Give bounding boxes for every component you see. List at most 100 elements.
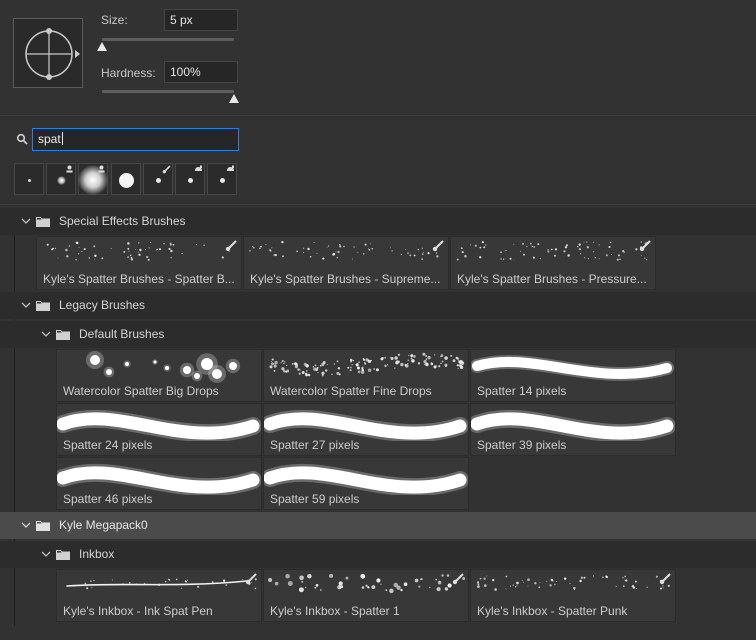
stroke-dab xyxy=(563,577,567,580)
brush-tip-preview[interactable] xyxy=(13,18,83,88)
stroke-dab xyxy=(157,583,161,586)
brush-tile[interactable]: Watercolor Spatter Fine Drops xyxy=(263,349,469,402)
brush-icon xyxy=(245,573,257,585)
recent-brush-swatch[interactable] xyxy=(207,163,237,195)
stroke-dab xyxy=(456,364,459,367)
brush-tile[interactable]: Spatter 59 pixels xyxy=(263,457,469,510)
stroke-dab xyxy=(423,360,427,364)
recent-brush-swatch[interactable] xyxy=(111,163,141,195)
stroke-dab xyxy=(81,250,83,253)
stroke-dab xyxy=(412,354,416,358)
brush-tile[interactable]: Spatter 14 pixels xyxy=(470,349,676,402)
stroke-dab xyxy=(46,243,49,246)
stroke-dab xyxy=(129,254,132,256)
stroke-dab xyxy=(313,242,315,243)
hardness-slider-track[interactable] xyxy=(102,90,234,93)
brush-tile[interactable]: Watercolor Spatter Big Drops xyxy=(56,349,262,402)
stroke-dab xyxy=(273,364,277,368)
group-legacy-brushes[interactable]: Legacy Brushes xyxy=(0,292,756,319)
brush-name: Kyle's Spatter Brushes - Spatter B... xyxy=(43,272,235,286)
stroke-dab xyxy=(446,574,450,577)
brush-tile[interactable]: Kyle's Spatter Brushes - Pressure... xyxy=(450,236,656,290)
brush-tile[interactable]: Kyle's Inkbox - Spatter Punk xyxy=(470,569,676,622)
stroke-dab xyxy=(509,585,512,587)
stroke-dab xyxy=(297,368,300,371)
chevron-down-icon[interactable] xyxy=(21,300,31,310)
stroke-dab xyxy=(93,245,96,248)
recent-brush-swatch[interactable] xyxy=(143,163,173,195)
chevron-down-icon[interactable] xyxy=(41,549,51,559)
stroke-dab xyxy=(355,363,359,367)
stroke-dab xyxy=(394,356,398,360)
stroke-dab xyxy=(513,243,515,245)
brush-tile[interactable]: Spatter 39 pixels xyxy=(470,403,676,456)
stroke-dab xyxy=(75,241,79,245)
brush-tile[interactable]: Kyle's Inkbox - Ink Spat Pen xyxy=(56,569,262,622)
stroke-dab xyxy=(444,363,448,367)
stroke-dab xyxy=(527,578,530,582)
brush-tile[interactable]: Kyle's Spatter Brushes - Supreme... xyxy=(243,236,449,290)
hardness-slider-thumb[interactable] xyxy=(229,94,239,103)
stroke-dab xyxy=(187,579,188,581)
recent-brush-swatch[interactable] xyxy=(175,163,205,195)
stroke-dab xyxy=(170,249,173,253)
stroke-dab xyxy=(147,258,150,261)
stroke-dab xyxy=(433,365,437,369)
recent-brush-swatch[interactable] xyxy=(78,163,108,195)
chevron-down-icon[interactable] xyxy=(21,216,31,226)
brush-tile[interactable]: Spatter 27 pixels xyxy=(263,403,469,456)
stroke-dab xyxy=(505,575,508,578)
stroke-dab xyxy=(554,254,556,257)
stroke-dab xyxy=(221,256,224,259)
hardness-input[interactable]: 100% xyxy=(164,61,238,83)
size-slider-thumb[interactable] xyxy=(97,42,107,51)
stroke-dab xyxy=(75,242,77,244)
stroke-dab xyxy=(514,586,517,588)
brush-tile[interactable]: Kyle's Inkbox - Spatter 1 xyxy=(263,569,469,622)
stroke-dab xyxy=(593,251,595,253)
brush-name: Kyle's Inkbox - Spatter 1 xyxy=(270,604,400,618)
stroke-dab xyxy=(339,245,342,248)
chevron-down-icon[interactable] xyxy=(21,520,31,530)
stroke-dab xyxy=(265,244,267,246)
pressure-badge-icon xyxy=(66,165,73,173)
stroke-dab xyxy=(296,250,299,253)
stroke-dab xyxy=(456,258,459,261)
stroke-dab xyxy=(376,578,381,583)
stroke-dab xyxy=(149,241,152,244)
group-special-effects-brushes[interactable]: Special Effects Brushes xyxy=(0,208,756,235)
stroke-dab xyxy=(364,362,367,365)
stroke-dab xyxy=(84,582,87,585)
brush-tile[interactable]: Spatter 24 pixels xyxy=(56,403,262,456)
brush-name: Spatter 39 pixels xyxy=(477,438,567,452)
stroke-dab xyxy=(332,253,335,256)
size-slider-track[interactable] xyxy=(102,38,234,41)
stroke-dab xyxy=(329,573,334,578)
stroke-dab xyxy=(281,360,284,362)
brush-search-input[interactable]: spat xyxy=(32,128,239,151)
recent-brush-swatch[interactable] xyxy=(46,163,76,195)
stroke-dab xyxy=(324,369,328,372)
chevron-down-icon[interactable] xyxy=(41,329,51,339)
group-inkbox[interactable]: Inkbox xyxy=(0,541,756,568)
stroke-dab xyxy=(583,241,585,243)
stroke-dab xyxy=(537,243,540,246)
search-icon xyxy=(16,133,28,145)
stroke-dab xyxy=(314,586,317,589)
stroke-dab xyxy=(594,256,597,259)
stroke-dab xyxy=(483,584,487,587)
recent-brush-swatch[interactable] xyxy=(14,163,44,195)
stroke-dab xyxy=(57,257,59,259)
brush-tile[interactable]: Kyle's Spatter Brushes - Spatter B... xyxy=(36,236,242,290)
stroke-dab xyxy=(312,366,315,368)
brush-tile[interactable]: Spatter 46 pixels xyxy=(56,457,262,510)
stroke-dab xyxy=(299,575,304,581)
group-default-brushes[interactable]: Default Brushes xyxy=(0,321,756,348)
size-input[interactable]: 5 px xyxy=(164,9,238,31)
group-kyle-megapack0[interactable]: Kyle Megapack0 xyxy=(0,512,756,539)
stroke-dab xyxy=(271,358,274,361)
stroke-dab xyxy=(389,588,394,594)
brush-name: Kyle's Inkbox - Spatter Punk xyxy=(477,604,628,618)
stroke-dab xyxy=(347,366,350,369)
stroke-dab xyxy=(298,372,301,375)
